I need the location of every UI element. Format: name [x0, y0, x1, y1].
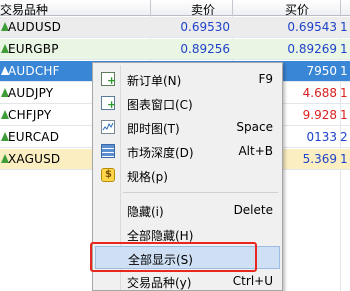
menu-item-shortcut: Alt+B	[238, 144, 273, 158]
menu-item-specification[interactable]: 规格(p)	[95, 164, 280, 187]
menu-item-label: 图表窗口(C)	[127, 98, 193, 112]
menu-item-market-depth[interactable]: 市场深度(D) Alt+B	[95, 140, 280, 163]
symbol-name: EURGBP	[8, 42, 59, 56]
spread-value: 1	[340, 152, 348, 166]
specification-icon	[101, 168, 115, 182]
column-divider[interactable]	[232, 0, 233, 16]
ask-price: 0.89269	[287, 42, 337, 56]
menu-item-shortcut: Delete	[233, 203, 273, 217]
spread-value: 1	[340, 86, 348, 100]
menu-item-label: 隐藏(i)	[127, 205, 164, 219]
spread-value: 1	[340, 20, 348, 34]
symbol-name: AUDCHF	[8, 64, 60, 78]
bid-price: 0.89256	[180, 42, 230, 56]
column-divider[interactable]	[340, 0, 341, 16]
new-order-icon	[101, 72, 116, 86]
ask-price: 0133	[306, 130, 337, 144]
spread-value: 1	[340, 42, 348, 56]
highlight-annotation-box	[90, 242, 257, 272]
menu-item-label: 市场深度(D)	[127, 146, 194, 160]
menu-item-label: 交易品种(y)	[127, 276, 192, 290]
menu-item-new-order[interactable]: 新订单(N) F9	[95, 68, 280, 91]
market-depth-icon	[101, 144, 115, 158]
ask-price: 4.688	[302, 86, 337, 100]
tick-chart-icon	[101, 120, 115, 134]
spread-value: 1	[340, 64, 348, 78]
menu-item-label: 即时图(T)	[127, 122, 180, 136]
menu-item-hide[interactable]: 隐藏(i) Delete	[95, 199, 280, 222]
bid-price: 0.69530	[180, 20, 230, 34]
menu-separator	[123, 192, 278, 193]
symbol-name: CHFJPY	[8, 108, 52, 122]
symbol-name: XAGUSD	[8, 152, 61, 166]
menu-item-shortcut: Ctrl+U	[232, 274, 273, 288]
menu-item-tick-chart[interactable]: 即时图(T) Space	[95, 116, 280, 139]
menu-item-shortcut: Space	[236, 120, 273, 134]
menu-item-symbols[interactable]: 交易品种(y) Ctrl+U	[95, 270, 280, 291]
symbol-row-eurgbp[interactable]: EURGBP 0.89256 0.89269 1	[0, 39, 350, 60]
spread-value: 1	[340, 108, 348, 122]
spread-value: 2	[340, 130, 348, 144]
column-divider[interactable]	[150, 0, 151, 16]
ask-price: 5.369	[302, 152, 337, 166]
menu-item-chart-window[interactable]: 图表窗口(C)	[95, 92, 280, 115]
menu-item-shortcut: F9	[258, 72, 273, 86]
menu-item-label: 规格(p)	[127, 170, 168, 184]
symbol-name: AUDUSD	[8, 20, 62, 34]
symbol-name: EURCAD	[8, 130, 60, 144]
ask-price: 9.928	[302, 108, 337, 122]
symbol-row-audusd[interactable]: AUDUSD 0.69530 0.69543 1	[0, 17, 350, 38]
menu-item-label: 新订单(N)	[127, 74, 182, 88]
column-header-bid[interactable]: 卖价	[191, 1, 215, 18]
column-header-symbol[interactable]: 交易品种	[0, 1, 48, 18]
symbol-name: AUDJPY	[8, 86, 54, 100]
market-watch-header: 交易品种 卖价 买价	[0, 0, 350, 18]
column-header-ask[interactable]: 买价	[285, 1, 309, 18]
ask-price: 7950	[306, 64, 337, 78]
chart-window-icon	[101, 96, 116, 110]
ask-price: 0.69543	[287, 20, 337, 34]
